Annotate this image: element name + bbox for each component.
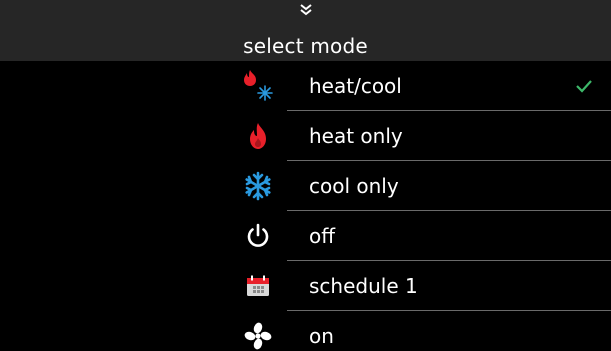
power-icon <box>236 211 280 261</box>
mode-label: off <box>309 224 336 248</box>
mode-label: cool only <box>309 174 399 198</box>
page-title: select mode <box>243 34 368 58</box>
flame-icon <box>236 111 280 161</box>
fan-icon <box>236 311 280 351</box>
mode-item-heat-only[interactable]: heat only <box>0 111 611 161</box>
mode-label: heat only <box>309 124 403 148</box>
mode-label: on <box>309 324 334 348</box>
mode-item-schedule-1[interactable]: schedule 1 <box>0 261 611 311</box>
header: select mode <box>0 0 611 61</box>
heat-cool-icon <box>236 61 280 111</box>
mode-label: heat/cool <box>309 74 402 98</box>
mode-item-heat-cool[interactable]: heat/cool <box>0 61 611 111</box>
calendar-icon <box>236 261 280 311</box>
double-chevron-down-icon[interactable] <box>299 3 313 17</box>
mode-label: schedule 1 <box>309 274 418 298</box>
snowflake-icon <box>236 161 280 211</box>
mode-item-off[interactable]: off <box>0 211 611 261</box>
mode-select-screen: select mode heat/cool heat only cool onl… <box>0 0 611 351</box>
mode-item-cool-only[interactable]: cool only <box>0 161 611 211</box>
checkmark-icon <box>576 80 592 93</box>
mode-item-on[interactable]: on <box>0 311 611 351</box>
